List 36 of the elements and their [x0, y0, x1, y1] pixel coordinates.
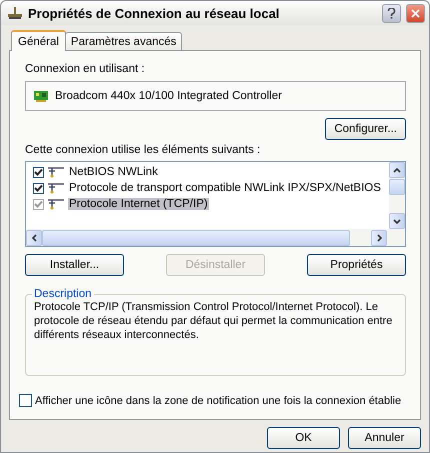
description-text: Protocole TCP/IP (Transmission Control Protocol/Internet Protocol). Le protocole de réseau étendu par défaut qui permet la communication entre différents réseaux interconnectés.: [34, 300, 394, 342]
field-label: Cette connexion utilise les éléments suivants :: [25, 144, 262, 156]
network-card-icon: [33, 90, 49, 102]
horizontal-scrollbar[interactable]: [26, 229, 405, 246]
vertical-scrollbar[interactable]: [389, 162, 405, 229]
dialog-button[interactable]: OK: [267, 427, 340, 449]
scroll-down-icon[interactable]: [389, 213, 405, 229]
tab[interactable]: Général: [11, 30, 66, 51]
checkbox[interactable]: [33, 182, 44, 194]
action-button[interactable]: Propriétés: [307, 254, 406, 276]
group-title: Description: [33, 288, 93, 300]
window-title: Propriétés de Connexion au réseau local: [28, 6, 280, 20]
protocol-icon: [47, 198, 65, 210]
adapter-name: Broadcom 440x 10/100 Integrated Controller: [55, 90, 282, 102]
dialog-button[interactable]: Annuler: [348, 427, 421, 449]
network-icon: [7, 6, 23, 20]
configure-button[interactable]: Configurer...: [325, 118, 406, 140]
checkbox[interactable]: [33, 166, 44, 178]
scroll-up-icon[interactable]: [389, 162, 405, 178]
field-label: Connexion en utilisant :: [25, 63, 146, 75]
list-item[interactable]: Protocole de transport compatible NWLink IPX/SPX/NetBIOS: [68, 182, 382, 194]
close-icon[interactable]: [411, 8, 420, 18]
scroll-thumb[interactable]: [389, 178, 405, 194]
checkbox-label[interactable]: Afficher une icône dans la zone de notification une fois la connexion établie: [35, 394, 402, 406]
protocol-icon: [47, 182, 65, 194]
action-button[interactable]: Installer...: [25, 254, 124, 276]
tab[interactable]: Paramètres avancés: [64, 32, 182, 50]
scroll-left-icon[interactable]: [26, 230, 42, 246]
help-button[interactable]: [382, 4, 401, 22]
checkbox[interactable]: [19, 394, 32, 407]
scroll-right-icon[interactable]: [371, 230, 387, 246]
protocol-icon: [47, 166, 65, 178]
list-item[interactable]: NetBIOS NWLink: [68, 166, 159, 178]
close-button[interactable]: [406, 4, 425, 22]
help-icon[interactable]: [387, 8, 396, 18]
scroll-thumb[interactable]: [42, 230, 350, 246]
